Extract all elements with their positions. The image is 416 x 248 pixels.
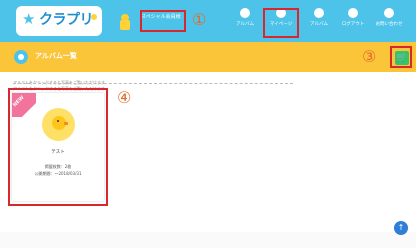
annotation-box-2 <box>263 8 299 38</box>
nav-logout[interactable]: ログアウト <box>338 8 368 36</box>
nav-album-label: アルバム <box>236 22 254 27</box>
album-list-icon <box>14 50 28 64</box>
annotation-number-3: ③ <box>362 47 377 66</box>
nav-photos-label: アルバム <box>310 22 328 27</box>
mascot-icon <box>118 14 132 30</box>
nav-help[interactable]: お問い合わせ <box>374 8 404 36</box>
album-icon <box>240 8 250 18</box>
divider <box>13 83 293 84</box>
logo-dot <box>91 14 97 20</box>
footer-area <box>0 232 416 248</box>
annotation-number-1: ① <box>192 10 207 29</box>
logout-icon <box>348 8 358 18</box>
page: ★ クラプリ スペシャル会員様 ① アルバム マイページ ② アルバム ログアウ… <box>0 0 416 248</box>
nav-photos[interactable]: アルバム <box>304 8 334 36</box>
annotation-number-4: ④ <box>117 88 132 107</box>
nav-logout-label: ログアウト <box>341 22 365 27</box>
nav-album[interactable]: アルバム <box>230 8 260 36</box>
annotation-box-4 <box>8 88 108 206</box>
star-icon: ★ <box>22 10 36 28</box>
page-title: アルバム一覧 <box>35 52 77 60</box>
annotation-box-1 <box>140 10 186 32</box>
cart-button[interactable]: 🛒 <box>395 51 409 65</box>
scroll-to-top-button[interactable]: ↑ <box>394 221 408 235</box>
logo-text: クラプリ <box>39 12 94 28</box>
photo-icon <box>314 8 324 18</box>
help-icon <box>384 8 394 18</box>
nav-help-label: お問い合わせ <box>375 22 403 27</box>
